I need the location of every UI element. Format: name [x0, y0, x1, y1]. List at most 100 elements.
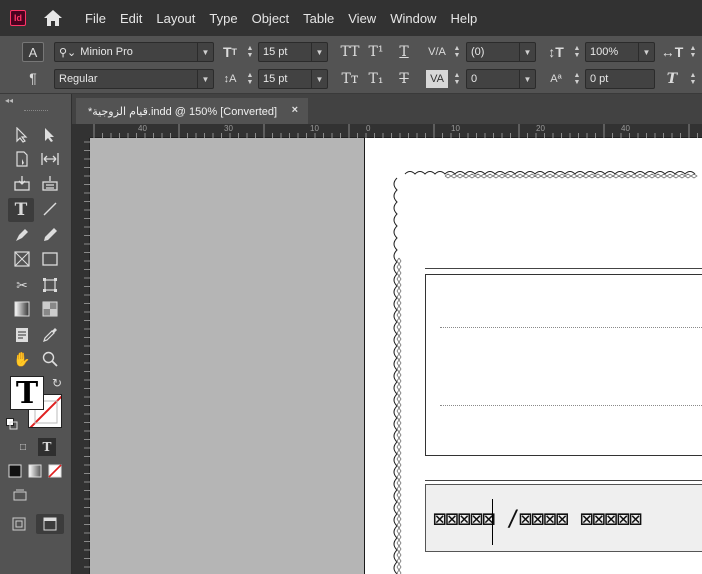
font-style-field[interactable]: Regular ▼: [54, 69, 214, 89]
baseline-shift-stepper[interactable]: ▲ ▼: [572, 70, 582, 88]
menu-help[interactable]: Help: [443, 11, 484, 26]
direct-selection-tool-icon[interactable]: [38, 124, 62, 146]
type-tool-icon[interactable]: T: [8, 198, 34, 222]
divider-line: [425, 480, 702, 481]
selection-tool-icon[interactable]: [10, 124, 34, 146]
missing-glyph-text[interactable]: ⊠⊠⊠⊠⊠ /⊠⊠⊠⊠ ⊠⊠⊠⊠⊠: [433, 507, 642, 532]
kerning-icon: V/A: [428, 46, 446, 58]
document-page[interactable]: ⊠⊠⊠⊠⊠ /⊠⊠⊠⊠ ⊠⊠⊠⊠⊠: [364, 138, 702, 574]
underline-button[interactable]: T: [394, 42, 414, 62]
chevron-down-icon[interactable]: ▼: [197, 43, 213, 61]
leading-stepper[interactable]: ▲ ▼: [245, 70, 255, 88]
small-caps-button[interactable]: Tт: [340, 69, 360, 89]
font-style-value: Regular: [59, 73, 98, 85]
control-panel: A ¶ ⚲⌄ Minion Pro ▼ Regular ▼ TT ▲ ▼ 15 p…: [0, 36, 702, 94]
free-transform-tool-icon[interactable]: [38, 274, 62, 296]
note-tool-icon[interactable]: [10, 324, 34, 346]
screen-mode-preview-icon[interactable]: [36, 514, 64, 534]
chevron-down-icon[interactable]: ▼: [519, 70, 535, 88]
apply-none-icon[interactable]: [46, 462, 64, 480]
dotted-line: [440, 327, 702, 328]
document-tab-title: *قيام الزوجية.indd @ 150% [Converted]: [88, 105, 278, 118]
menu-file[interactable]: File: [78, 11, 113, 26]
gradient-feather-tool-icon[interactable]: [38, 298, 62, 320]
font-size-field[interactable]: 15 pt ▼: [258, 42, 328, 62]
vertical-scale-field[interactable]: 100% ▼: [585, 42, 655, 62]
menu-type[interactable]: Type: [202, 11, 244, 26]
baseline-shift-icon: Aª: [550, 73, 562, 85]
vertical-scale-stepper[interactable]: ▲ ▼: [572, 43, 582, 61]
leading-field[interactable]: 15 pt ▼: [258, 69, 328, 89]
paragraph-mode-button[interactable]: ¶: [22, 68, 44, 88]
content-collector-icon[interactable]: [10, 172, 34, 194]
font-size-stepper[interactable]: ▲ ▼: [245, 43, 255, 61]
kerning-field[interactable]: (0) ▼: [466, 42, 536, 62]
gradient-swatch-tool-icon[interactable]: [10, 298, 34, 320]
horizontal-ruler[interactable]: 40 30 10 0 10 20 40: [90, 124, 702, 138]
pasteboard[interactable]: ⊠⊠⊠⊠⊠ /⊠⊠⊠⊠ ⊠⊠⊠⊠⊠: [90, 138, 702, 574]
line-tool-icon[interactable]: [38, 198, 62, 220]
font-size-value: 15 pt: [263, 46, 288, 58]
subscript-button[interactable]: T₁: [366, 69, 386, 89]
font-family-field[interactable]: ⚲⌄ Minion Pro ▼: [54, 42, 214, 62]
menu-bar: Id File Edit Layout Type Object Table Vi…: [0, 0, 702, 36]
apply-gradient-icon[interactable]: [26, 462, 44, 480]
font-size-icon: TT: [222, 44, 238, 60]
eyedropper-tool-icon[interactable]: [38, 324, 62, 346]
menu-window[interactable]: Window: [383, 11, 443, 26]
ruler-label: 40: [138, 124, 147, 133]
home-icon[interactable]: [42, 8, 64, 28]
menu-table[interactable]: Table: [296, 11, 341, 26]
strikethrough-button[interactable]: T: [394, 69, 414, 89]
chevron-down-icon[interactable]: ▼: [197, 70, 213, 88]
page-tool-icon[interactable]: [10, 148, 34, 170]
tracking-field[interactable]: 0 ▼: [466, 69, 536, 89]
scissors-tool-icon[interactable]: ✂: [10, 274, 34, 296]
close-icon[interactable]: ×: [292, 104, 298, 116]
rectangle-frame-tool-icon[interactable]: [10, 248, 34, 270]
swap-fill-stroke-icon[interactable]: ↻: [48, 374, 66, 392]
tracking-icon: VA: [426, 70, 448, 88]
menu-edit[interactable]: Edit: [113, 11, 149, 26]
chevron-down-icon[interactable]: ▼: [638, 43, 654, 61]
apply-color-icon[interactable]: [6, 462, 24, 480]
kerning-stepper[interactable]: ▲ ▼: [452, 43, 462, 61]
default-fill-stroke-icon[interactable]: [4, 416, 20, 432]
chevron-down-icon[interactable]: ▼: [311, 70, 327, 88]
skew-stepper[interactable]: ▲ ▼: [688, 70, 698, 88]
edit-in-quickmark-icon[interactable]: [10, 486, 30, 504]
vertical-ruler[interactable]: [72, 138, 90, 574]
all-caps-button[interactable]: TT: [340, 42, 360, 62]
chevron-down-icon[interactable]: ▼: [519, 43, 535, 61]
content-frame[interactable]: [425, 274, 702, 456]
ruler-origin[interactable]: [72, 124, 90, 138]
leading-value: 15 pt: [263, 73, 288, 85]
content-placer-icon[interactable]: [38, 172, 62, 194]
pencil-tool-icon[interactable]: [38, 224, 62, 246]
character-mode-button[interactable]: A: [22, 42, 44, 62]
hand-tool-icon[interactable]: ✋: [10, 348, 34, 370]
formatting-text-icon[interactable]: T: [38, 438, 56, 456]
collapse-panel-icon[interactable]: ◂◂: [5, 96, 13, 105]
text-frame[interactable]: ⊠⊠⊠⊠⊠ /⊠⊠⊠⊠ ⊠⊠⊠⊠⊠: [425, 484, 702, 552]
gap-tool-icon[interactable]: [38, 148, 62, 170]
zoom-tool-icon[interactable]: [38, 348, 62, 370]
tracking-value: 0: [471, 73, 478, 85]
menu-layout[interactable]: Layout: [149, 11, 202, 26]
document-tab[interactable]: *قيام الزوجية.indd @ 150% [Converted] ×: [76, 98, 308, 124]
tracking-stepper[interactable]: ▲ ▼: [452, 70, 462, 88]
fill-swatch[interactable]: T: [10, 376, 44, 411]
menu-view[interactable]: View: [341, 11, 383, 26]
baseline-shift-field[interactable]: 0 pt: [585, 69, 655, 89]
pen-tool-icon[interactable]: [10, 224, 34, 246]
rectangle-tool-icon[interactable]: [38, 248, 62, 270]
menu-object[interactable]: Object: [245, 11, 297, 26]
chevron-down-icon[interactable]: ▼: [311, 43, 327, 61]
formatting-container-icon[interactable]: □: [14, 438, 32, 456]
horizontal-scale-stepper[interactable]: ▲ ▼: [688, 43, 698, 61]
vertical-scale-icon: ↕T: [548, 44, 564, 60]
superscript-button[interactable]: T¹: [366, 42, 386, 62]
panel-grip[interactable]: [24, 110, 48, 112]
baseline-shift-value: 0 pt: [590, 73, 609, 85]
screen-mode-normal-icon[interactable]: [8, 514, 30, 534]
